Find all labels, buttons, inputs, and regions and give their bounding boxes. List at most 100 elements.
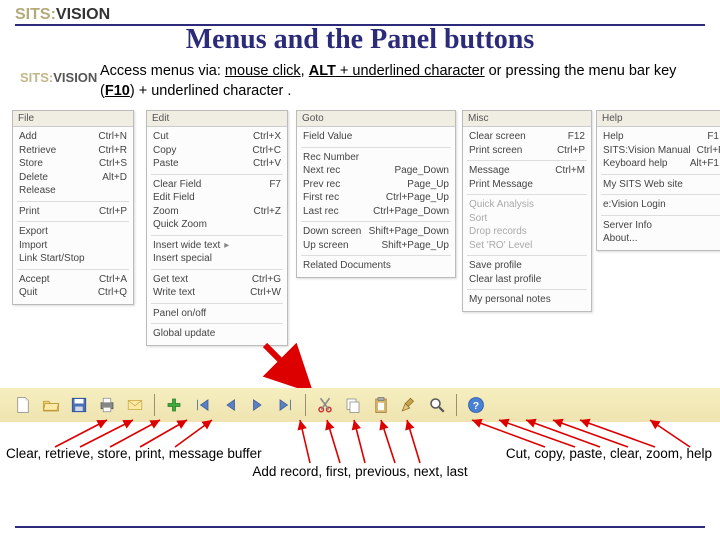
logo: SITS:VISION xyxy=(15,6,110,24)
menu-edit: Edit CutCtrl+XCopyCtrl+CPasteCtrl+V Clear … xyxy=(146,110,288,346)
menu-item[interactable]: Import xyxy=(17,239,129,253)
clear-button[interactable] xyxy=(10,392,36,418)
toolbar: ? xyxy=(0,388,720,422)
menu-item[interactable]: Sort xyxy=(467,212,587,226)
toolbar-separator xyxy=(154,394,155,416)
clear-field-button[interactable] xyxy=(396,392,422,418)
toolbar-separator xyxy=(456,394,457,416)
menu-item[interactable]: Next recPage_Down xyxy=(301,164,451,178)
next-record-button[interactable] xyxy=(245,392,271,418)
menu-item[interactable]: Insert special xyxy=(151,252,283,266)
menu-file-header: File xyxy=(13,111,133,127)
caption-center: Add record, first, previous, next, last xyxy=(0,464,720,479)
message-button[interactable] xyxy=(122,392,148,418)
menu-item[interactable]: First recCtrl+Page_Up xyxy=(301,191,451,205)
menu-item[interactable]: PasteCtrl+V xyxy=(151,157,283,171)
menu-item[interactable]: Drop records xyxy=(467,225,587,239)
menu-item[interactable]: DeleteAlt+D xyxy=(17,171,129,185)
menu-item[interactable]: Quick Analysis xyxy=(467,198,587,212)
menu-item[interactable]: Global update xyxy=(151,327,283,341)
menu-item[interactable]: Panel on/off xyxy=(151,307,283,321)
menu-edit-header: Edit xyxy=(147,111,287,127)
menu-item[interactable]: My SITS Web site xyxy=(601,178,720,192)
menu-item[interactable]: Print screenCtrl+P xyxy=(467,144,587,158)
toolbar-separator xyxy=(305,394,306,416)
menu-item[interactable]: QuitCtrl+Q xyxy=(17,286,129,300)
menu-item[interactable]: Clear screenF12 xyxy=(467,130,587,144)
menu-item[interactable]: Prev recPage_Up xyxy=(301,178,451,192)
doc-blank-icon xyxy=(14,396,32,414)
menu-help: HelpHelpF1SITS:Vision ManualCtrl+F1Keybo… xyxy=(596,110,720,251)
menu-item[interactable]: Last recCtrl+Page_Down xyxy=(301,205,451,219)
menu-item[interactable]: RetrieveCtrl+R xyxy=(17,144,129,158)
menu-item[interactable]: Field Value xyxy=(301,130,451,144)
menu-item[interactable]: Clear last profile xyxy=(467,273,587,287)
menu-item[interactable]: My personal notes xyxy=(467,293,587,307)
zoom-button[interactable] xyxy=(424,392,450,418)
menu-item[interactable]: Up screenShift+Page_Up xyxy=(301,239,451,253)
menu-item[interactable]: HelpF1 xyxy=(601,130,720,144)
print-button[interactable] xyxy=(94,392,120,418)
doc-open-icon xyxy=(42,396,60,414)
menu-item[interactable]: ZoomCtrl+Z xyxy=(151,205,283,219)
paste-button[interactable] xyxy=(368,392,394,418)
menus-area: File AddCtrl+NRetrieveCtrl+RStoreCtrl+SDe… xyxy=(12,110,708,370)
cut-icon xyxy=(316,396,334,414)
menu-item[interactable]: Edit Field xyxy=(151,191,283,205)
menu-item[interactable]: AddCtrl+N xyxy=(17,130,129,144)
menu-item[interactable]: Insert wide text xyxy=(151,239,283,253)
cut-button[interactable] xyxy=(312,392,338,418)
copy-icon xyxy=(344,396,362,414)
menu-item[interactable]: MessageCtrl+M xyxy=(467,164,587,178)
page-title: Menus and the Panel buttons xyxy=(0,24,720,56)
description: Access menus via: mouse click, ALT + und… xyxy=(100,62,690,101)
menu-item[interactable]: CopyCtrl+C xyxy=(151,144,283,158)
menu-item[interactable]: Save profile xyxy=(467,259,587,273)
menu-item[interactable]: Rec Number xyxy=(301,151,451,165)
zoom-icon xyxy=(428,396,446,414)
menu-goto: Goto Field Value Rec NumberNext recPage_Do… xyxy=(296,110,456,278)
menu-item[interactable]: Release xyxy=(17,184,129,198)
plus-icon xyxy=(165,396,183,414)
help-button[interactable]: ? xyxy=(463,392,489,418)
menu-item[interactable]: Quick Zoom xyxy=(151,218,283,232)
prev-record-button[interactable] xyxy=(217,392,243,418)
menu-item[interactable]: Clear FieldF7 xyxy=(151,178,283,192)
menu-item[interactable]: Print Message xyxy=(467,178,587,192)
menu-item[interactable]: CutCtrl+X xyxy=(151,130,283,144)
first-record-button[interactable] xyxy=(189,392,215,418)
store-button[interactable] xyxy=(66,392,92,418)
menu-item[interactable]: Server Info xyxy=(601,219,720,233)
retrieve-button[interactable] xyxy=(38,392,64,418)
menu-item[interactable]: SITS:Vision ManualCtrl+F1 xyxy=(601,144,720,158)
menu-item[interactable]: StoreCtrl+S xyxy=(17,157,129,171)
menu-item[interactable]: e:Vision Login xyxy=(601,198,720,212)
menu-item[interactable]: PrintCtrl+P xyxy=(17,205,129,219)
menu-item[interactable]: Down screenShift+Page_Down xyxy=(301,225,451,239)
last-icon xyxy=(277,396,295,414)
logo-small: SITS:VISION xyxy=(20,70,97,85)
menu-item[interactable]: Write textCtrl+W xyxy=(151,286,283,300)
menu-goto-header: Goto xyxy=(297,111,455,127)
help-icon: ? xyxy=(467,396,485,414)
add-record-button[interactable] xyxy=(161,392,187,418)
svg-text:?: ? xyxy=(473,400,479,412)
menu-item[interactable]: Export xyxy=(17,225,129,239)
menu-item[interactable]: Set 'RO' Level xyxy=(467,239,587,253)
menu-misc: Misc Clear screenF12Print screenCtrl+P Mes… xyxy=(462,110,592,312)
broom-icon xyxy=(400,396,418,414)
menu-item[interactable]: Get textCtrl+G xyxy=(151,273,283,287)
next-icon xyxy=(249,396,267,414)
caption-left: Clear, retrieve, store, print, message b… xyxy=(6,446,262,461)
menu-item[interactable]: Keyboard helpAlt+F1 xyxy=(601,157,720,171)
caption-right: Cut, copy, paste, clear, zoom, help xyxy=(506,446,712,461)
last-record-button[interactable] xyxy=(273,392,299,418)
menu-misc-header: Misc xyxy=(463,111,591,127)
copy-button[interactable] xyxy=(340,392,366,418)
menu-item[interactable]: About... xyxy=(601,232,720,246)
first-icon xyxy=(193,396,211,414)
menu-item[interactable]: Link Start/Stop xyxy=(17,252,129,266)
menu-item[interactable]: AcceptCtrl+A xyxy=(17,273,129,287)
paste-icon xyxy=(372,396,390,414)
menu-item[interactable]: Related Documents xyxy=(301,259,451,273)
